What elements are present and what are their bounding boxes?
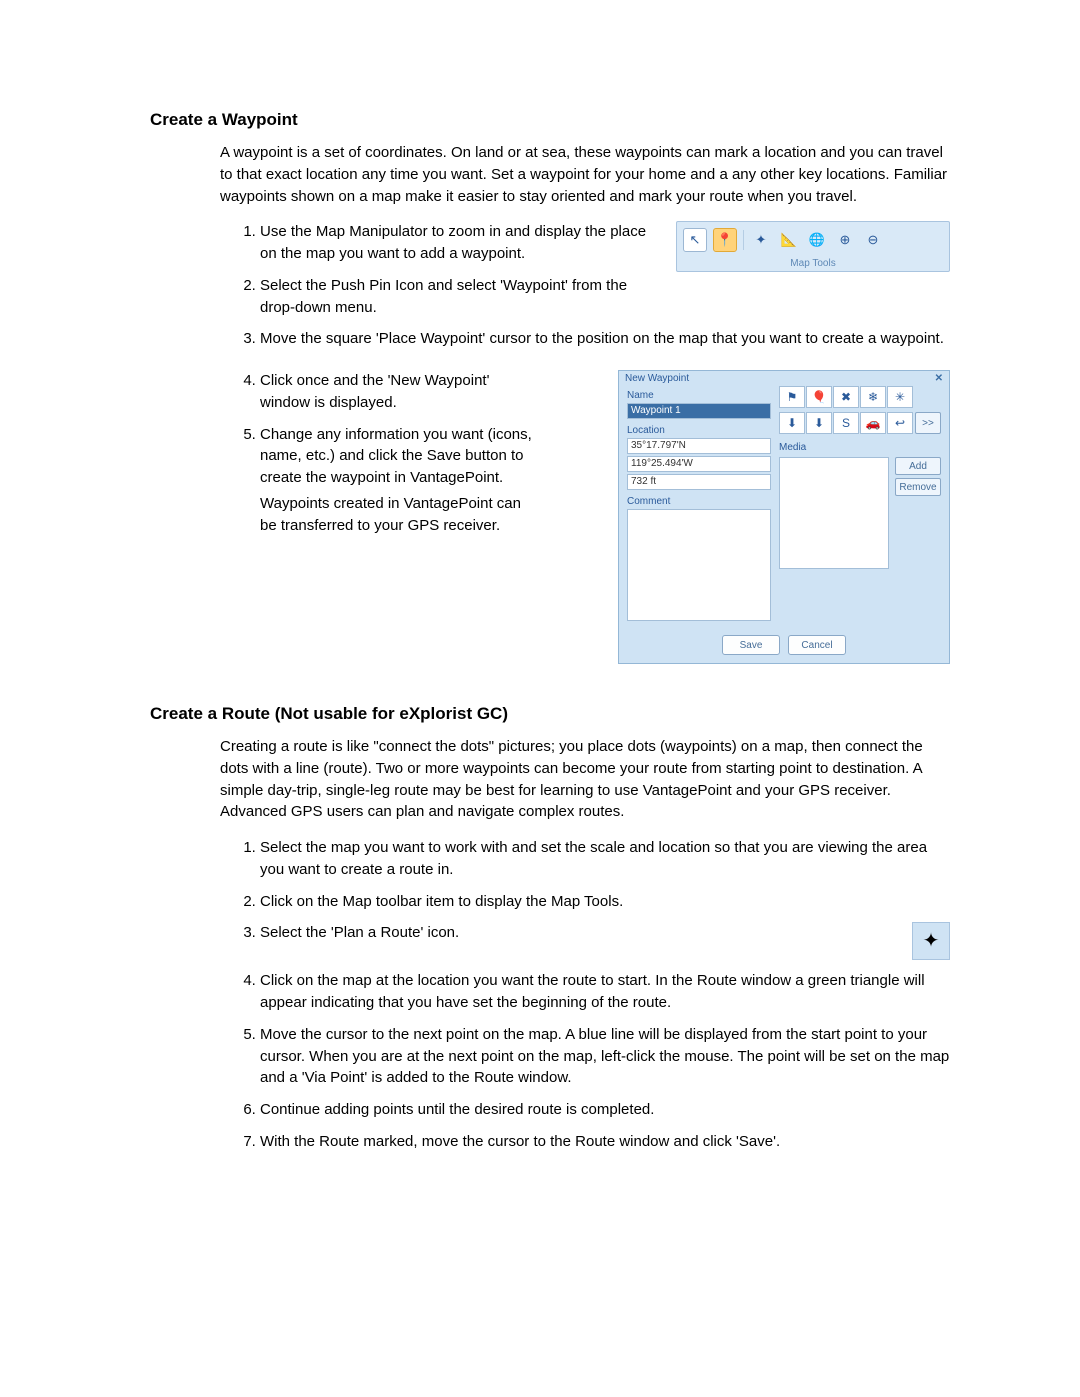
heading-create-route: Create a Route (Not usable for eXplorist… xyxy=(150,704,950,724)
route-step-5: Move the cursor to the next point on the… xyxy=(260,1024,950,1089)
waypoint-note: Waypoints created in VantagePoint can be… xyxy=(260,493,540,537)
toolbar-divider xyxy=(743,230,744,250)
document-page: Create a Waypoint A waypoint is a set of… xyxy=(0,0,1080,1253)
flag-icon[interactable]: ⚑ xyxy=(779,386,805,408)
snow-icon[interactable]: ❄ xyxy=(860,386,886,408)
route-step-2: Click on the Map toolbar item to display… xyxy=(260,891,950,913)
route-steps: Select the map you want to work with and… xyxy=(220,837,950,1153)
waypoint-step-3: Move the square 'Place Waypoint' cursor … xyxy=(260,328,950,350)
comment-label: Comment xyxy=(627,496,771,507)
media-list[interactable] xyxy=(779,457,889,569)
remove-button[interactable]: Remove xyxy=(895,478,941,496)
lat-input[interactable]: 35°17.797'N xyxy=(627,438,771,454)
plan-route-icon-large: ✦ xyxy=(912,922,950,960)
more-icons-button[interactable]: >> xyxy=(915,412,941,434)
cancel-button[interactable]: Cancel xyxy=(788,635,846,655)
measure-icon[interactable]: 📐 xyxy=(778,229,800,251)
hook-icon[interactable]: ↩ xyxy=(887,412,913,434)
waypoint-intro: A waypoint is a set of coordinates. On l… xyxy=(220,142,950,207)
plan-route-icon[interactable]: ✦ xyxy=(750,229,772,251)
save-button[interactable]: Save xyxy=(722,635,780,655)
car-icon[interactable]: 🚗 xyxy=(860,412,886,434)
location-label: Location xyxy=(627,425,771,436)
waypoint-step-5: Change any information you want (icons, … xyxy=(260,424,540,537)
map-tools-toolbar: ↖ 📍 ✦ 📐 🌐 ⊕ ⊖ Map Tools xyxy=(676,221,950,272)
route-step-7: With the Route marked, move the cursor t… xyxy=(260,1131,950,1153)
globe-icon[interactable]: 🌐 xyxy=(806,229,828,251)
balloon-icon[interactable]: 🎈 xyxy=(806,386,832,408)
lon-input[interactable]: 119°25.494'W xyxy=(627,456,771,472)
name-label: Name xyxy=(627,390,771,401)
route-step-6: Continue adding points until the desired… xyxy=(260,1099,950,1121)
dialog-title: New Waypoint xyxy=(625,373,689,384)
icon-row-1: ⚑ 🎈 ✖ ❄ ✳ xyxy=(779,386,941,408)
name-input[interactable]: Waypoint 1 xyxy=(627,403,771,419)
add-button[interactable]: Add xyxy=(895,457,941,475)
arrow-down-icon[interactable]: ⬇ xyxy=(779,412,805,434)
close-icon[interactable]: ✕ xyxy=(935,373,943,384)
pushpin-icon[interactable]: 📍 xyxy=(713,228,737,252)
heading-create-waypoint: Create a Waypoint xyxy=(150,110,950,130)
route-step-3: Select the 'Plan a Route' icon. ✦ xyxy=(260,922,950,960)
icon-row-2: ⬇ ⬇ S 🚗 ↩ xyxy=(779,412,911,434)
elev-input[interactable]: 732 ft xyxy=(627,474,771,490)
s-icon[interactable]: S xyxy=(833,412,859,434)
star-icon[interactable]: ✳ xyxy=(887,386,913,408)
waypoint-step-4: Click once and the 'New Waypoint' window… xyxy=(260,370,540,414)
cross-icon[interactable]: ✖ xyxy=(833,386,859,408)
route-intro: Creating a route is like "connect the do… xyxy=(220,736,950,823)
route-section-body: Creating a route is like "connect the do… xyxy=(220,736,950,1153)
waypoint-section-body: A waypoint is a set of coordinates. On l… xyxy=(220,142,950,674)
zoom-in-icon[interactable]: ⊕ xyxy=(834,229,856,251)
waypoint-step-2: Select the Push Pin Icon and select 'Way… xyxy=(260,275,950,319)
route-step-1: Select the map you want to work with and… xyxy=(260,837,950,881)
arrow-down2-icon[interactable]: ⬇ xyxy=(806,412,832,434)
zoom-out-icon[interactable]: ⊖ xyxy=(862,229,884,251)
media-label: Media xyxy=(779,442,941,453)
cursor-icon[interactable]: ↖ xyxy=(683,228,707,252)
comment-textarea[interactable] xyxy=(627,509,771,621)
route-step-4: Click on the map at the location you wan… xyxy=(260,970,950,1014)
waypoint-steps-cont: Click once and the 'New Waypoint' window… xyxy=(220,370,540,536)
map-tools-label: Map Tools xyxy=(683,256,943,269)
new-waypoint-dialog: New Waypoint ✕ Name Waypoint 1 Location … xyxy=(618,370,950,664)
